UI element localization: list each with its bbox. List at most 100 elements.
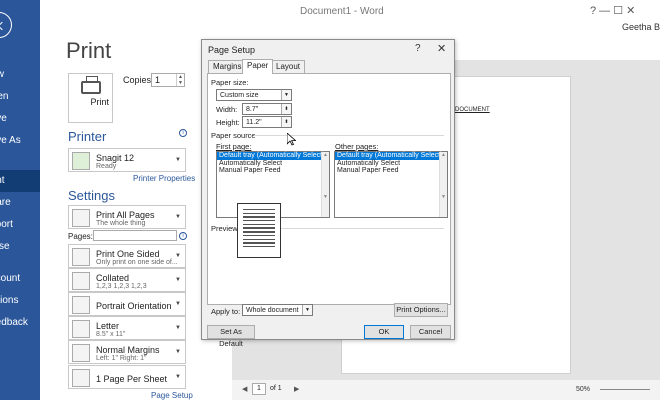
stepper-arrows-icon[interactable]: ▲ ▼	[176, 74, 184, 86]
setting-label: Collated	[96, 273, 130, 283]
setting-label: Letter	[96, 321, 120, 331]
nav-save-as[interactable]: Save As	[0, 130, 40, 152]
setting-sublabel: Left: 1" Right: 1"	[96, 355, 147, 362]
pages-icon	[72, 209, 90, 227]
stepper-arrows-icon[interactable]: ⬍	[281, 117, 291, 127]
margins-icon	[72, 344, 90, 362]
list-item[interactable]: Default tray (Automatically Select)	[217, 152, 329, 160]
tab-paper[interactable]: Paper	[242, 59, 274, 74]
page-preview-thumbnail	[237, 203, 281, 258]
setting-sublabel: Only print on one side of...	[96, 259, 178, 266]
other-pages-label: Other pages:	[335, 142, 379, 151]
paper-size-label: Paper size:	[211, 78, 249, 87]
nav-new[interactable]: New	[0, 64, 40, 86]
height-label: Height:	[216, 118, 240, 127]
back-arrow-icon[interactable]	[0, 12, 12, 38]
nav-close[interactable]: Close	[0, 236, 40, 258]
setting-label: Portrait Orientation	[96, 301, 172, 311]
orientation-dropdown[interactable]: Portrait Orientation ▼	[68, 292, 186, 316]
page-setup-link[interactable]: Page Setup	[151, 391, 193, 400]
nav-print[interactable]: Print	[0, 170, 40, 192]
portrait-icon	[72, 296, 90, 314]
cancel-button[interactable]: Cancel	[410, 325, 451, 339]
copies-stepper[interactable]: 1 ▲ ▼	[151, 73, 185, 87]
chevron-down-icon: ▼	[175, 374, 181, 380]
chevron-down-icon: ▼	[175, 301, 181, 307]
print-options-button[interactable]: Print Options...	[394, 303, 448, 317]
chevron-down-icon: ▼	[175, 349, 181, 355]
one-sided-icon	[72, 248, 90, 266]
chevron-down-icon: ▼	[175, 277, 181, 283]
setting-label: 1 Page Per Sheet	[96, 374, 168, 384]
collated-icon	[72, 272, 90, 290]
chevron-down-icon: ▼	[281, 90, 291, 100]
setting-sublabel: 8.5" x 11"	[96, 331, 126, 338]
collation-dropdown[interactable]: Collated 1,2,3 1,2,3 1,2,3 ▼	[68, 268, 186, 292]
window-controls[interactable]: ? — ☐ ✕	[590, 4, 635, 17]
page-setup-dialog: Page Setup ? ✕ Margins Paper Layout Pape…	[201, 39, 455, 348]
paper-source-label: Paper source	[211, 131, 256, 140]
setting-label: Print One Sided	[96, 249, 160, 259]
list-item[interactable]: Default tray (Automatically Select)	[335, 152, 447, 160]
height-field[interactable]: 11.2" ⬍	[242, 116, 292, 128]
chevron-down-icon: ▼	[175, 157, 181, 163]
nav-save[interactable]: Save	[0, 108, 40, 130]
margins-dropdown[interactable]: Normal Margins Left: 1" Right: 1" ▼	[68, 340, 186, 364]
next-page-icon[interactable]: ▶	[294, 385, 299, 393]
nav-share[interactable]: Share	[0, 192, 40, 214]
print-range-dropdown[interactable]: Print All Pages The whole thing ▼	[68, 205, 186, 229]
pages-input[interactable]	[93, 230, 177, 241]
printer-properties-link[interactable]: Printer Properties	[133, 174, 195, 183]
info-icon[interactable]: i	[179, 232, 187, 240]
first-page-label: First page:	[216, 142, 252, 151]
chevron-down-icon: ▼	[175, 253, 181, 259]
ok-button[interactable]: OK	[364, 325, 404, 339]
page-number-input[interactable]: 1	[252, 383, 266, 395]
stepper-arrows-icon[interactable]: ⬍	[281, 104, 291, 114]
copies-label: Copies:	[123, 75, 154, 85]
preview-navigation-bar: ◀ 1 of 1 ▶	[232, 380, 660, 400]
printer-status-icon	[72, 152, 90, 170]
list-item[interactable]: Automatically Select	[335, 160, 447, 168]
nav-feedback[interactable]: Feedback	[0, 312, 40, 334]
setting-label: Print All Pages	[96, 210, 155, 220]
paper-size-select[interactable]: Custom size ▼	[216, 89, 292, 101]
print-button[interactable]: Print	[68, 73, 113, 123]
apply-to-label: Apply to:	[211, 307, 241, 316]
pages-per-sheet-dropdown[interactable]: 1 Page Per Sheet ▼	[68, 365, 186, 389]
preview-label: Preview	[211, 224, 238, 233]
other-pages-list[interactable]: Default tray (Automatically Select) Auto…	[334, 151, 448, 218]
chevron-down-icon: ▼	[175, 325, 181, 331]
apply-to-select[interactable]: Whole document ▼	[242, 304, 313, 316]
paper-size-dropdown[interactable]: Letter 8.5" x 11" ▼	[68, 316, 186, 340]
set-as-default-button[interactable]: Set As Default	[207, 325, 255, 348]
nav-export[interactable]: Export	[0, 214, 40, 236]
zoom-level[interactable]: 50%	[576, 386, 590, 393]
nav-options[interactable]: Options	[0, 290, 40, 312]
close-icon[interactable]: ✕	[437, 42, 446, 55]
printer-dropdown[interactable]: Snagit 12 Ready ▼	[68, 148, 186, 172]
chevron-down-icon: ▼	[175, 214, 181, 220]
previous-page-icon[interactable]: ◀	[242, 385, 247, 393]
list-item[interactable]: Manual Paper Feed	[217, 167, 329, 175]
user-name[interactable]: Geetha Bhim	[622, 22, 660, 32]
paper-size-value: Custom size	[220, 92, 259, 99]
tab-layout[interactable]: Layout	[271, 60, 306, 73]
scrollbar[interactable]: ▲ ▼	[439, 152, 447, 217]
list-item[interactable]: Manual Paper Feed	[335, 167, 447, 175]
printer-heading: Printer	[68, 129, 107, 144]
help-icon[interactable]: ?	[415, 43, 421, 54]
scrollbar[interactable]: ▲ ▼	[321, 152, 329, 217]
tab-margins[interactable]: Margins	[208, 60, 247, 73]
setting-sublabel: The whole thing	[96, 220, 146, 227]
width-field[interactable]: 8.7" ⬍	[242, 103, 292, 115]
zoom-slider[interactable]	[600, 389, 650, 390]
info-icon[interactable]: i	[179, 129, 187, 137]
nav-open[interactable]: Open	[0, 86, 40, 108]
pages-label: Pages:	[68, 232, 93, 241]
backstage-nav: New Open Save Save As Print Share Export…	[0, 0, 40, 400]
list-item[interactable]: Automatically Select	[217, 160, 329, 168]
chevron-down-icon: ▼	[302, 305, 312, 315]
nav-account[interactable]: Account	[0, 268, 40, 290]
sides-dropdown[interactable]: Print One Sided Only print on one side o…	[68, 244, 186, 268]
